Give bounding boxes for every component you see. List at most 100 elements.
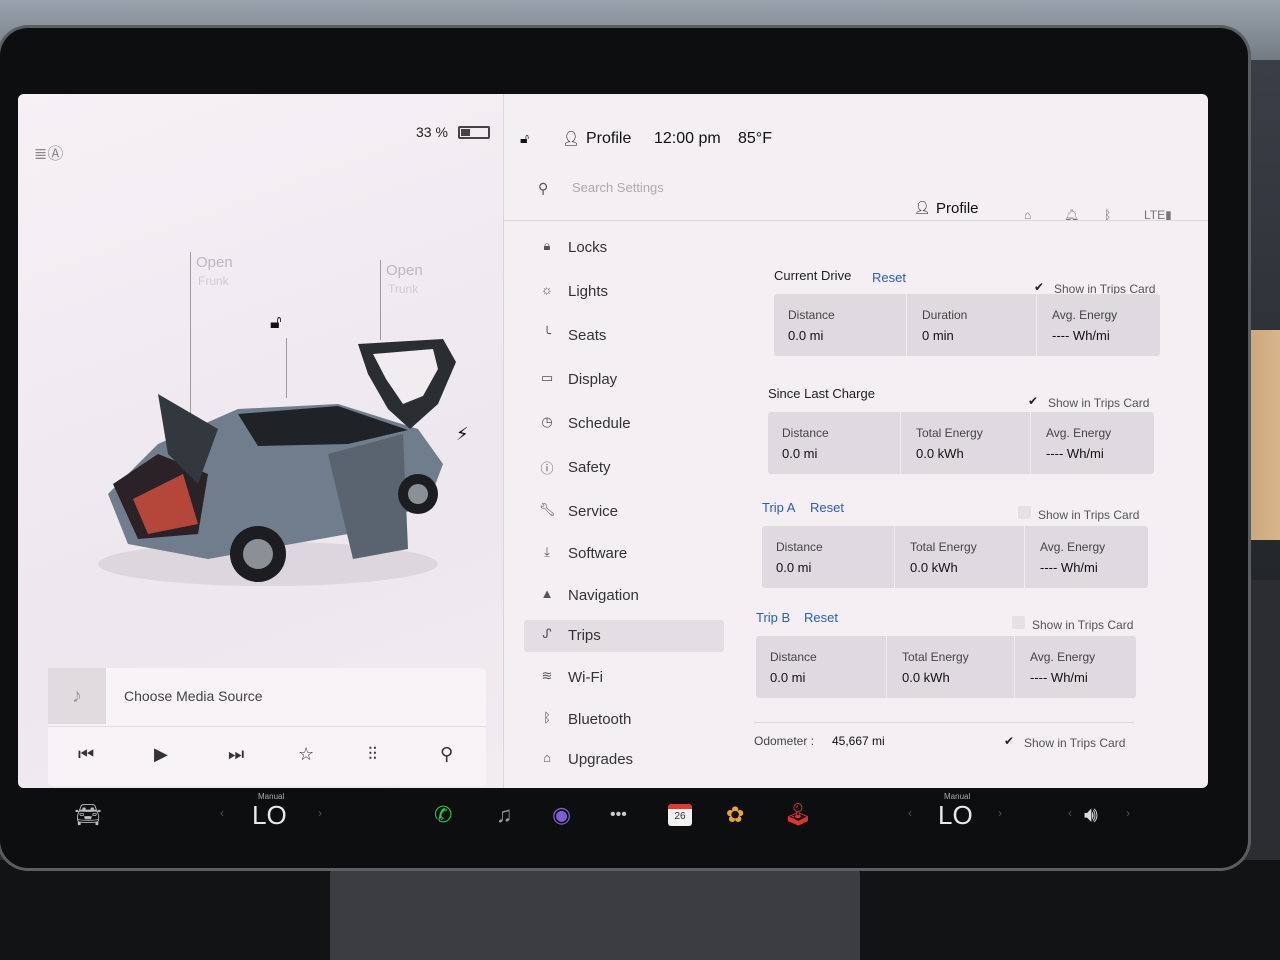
settings-profile-label[interactable]: Profile [936, 200, 979, 217]
current-drive-reset[interactable]: Reset [872, 270, 906, 285]
clock-icon: ◷ [541, 414, 553, 429]
battery-level-fill [461, 129, 470, 136]
stat-key: Distance [788, 308, 835, 322]
previous-track-icon[interactable]: ⏮︎ [78, 744, 94, 765]
search-settings-input[interactable]: Search Settings [572, 180, 664, 195]
display-icon: ▭ [540, 370, 554, 385]
since-charge-show-label: Show in Trips Card [1048, 396, 1150, 410]
stat-value: 0.0 mi [776, 560, 812, 575]
unlock-icon[interactable]: 🔓︎ [270, 312, 282, 333]
menu-item-service[interactable]: 🔧︎ Service [538, 496, 728, 528]
since-last-charge-title: Since Last Charge [768, 386, 875, 401]
frunk-label: Frunk [198, 274, 229, 288]
next-track-icon[interactable]: ⏭︎ [228, 744, 244, 765]
music-note-icon: ♪ [48, 668, 106, 724]
stat-value: 0.0 kWh [910, 560, 958, 575]
menu-label: Bluetooth [568, 711, 632, 728]
download-icon: ⤓ [544, 544, 550, 559]
stat-key: Distance [782, 426, 829, 440]
equalizer-icon[interactable]: ⫶⫶ [368, 744, 377, 765]
settings-profile-icon: 👤︎ [914, 200, 931, 215]
since-charge-show-checkbox[interactable]: ✔︎ [1028, 394, 1041, 408]
menu-item-upgrades[interactable]: ⌂ Upgrades [538, 744, 728, 776]
volume-icon[interactable]: 🔊︎ [1084, 802, 1098, 828]
seat-icon: ╰ [543, 326, 551, 341]
menu-item-software[interactable]: ⤓ Software [538, 538, 728, 570]
open-frunk-button[interactable]: Open [196, 254, 233, 271]
menu-item-wifi[interactable]: ≋ Wi-Fi [538, 662, 728, 694]
stat-avg-energy: Avg. Energy ---- Wh/mi [1032, 412, 1154, 474]
stat-total-energy: Total Energy 0.0 kWh [902, 412, 1028, 474]
odometer-show-label: Show in Trips Card [1024, 736, 1126, 750]
battery-icon [458, 126, 490, 139]
trip-a-show-checkbox[interactable] [1018, 506, 1031, 519]
more-apps-icon[interactable]: ••• [610, 806, 627, 824]
trip-a-title: Trip A [762, 500, 796, 515]
menu-item-safety[interactable]: ⓘ Safety [538, 452, 728, 484]
car-icon[interactable]: 🚘︎ [74, 802, 102, 828]
media-source-button[interactable]: Choose Media Source [124, 688, 263, 704]
stat-avg-energy: Avg. Energy ---- Wh/mi [1026, 526, 1148, 588]
menu-item-trips[interactable]: ᔑ Trips [524, 620, 724, 652]
stat-distance: Distance 0.0 mi [756, 636, 884, 698]
trip-a-reset[interactable]: Reset [810, 500, 844, 515]
menu-item-navigation[interactable]: ▲ Navigation [538, 580, 728, 612]
menu-item-display[interactable]: ▭ Display [538, 364, 728, 396]
arcade-joystick-icon[interactable]: 🕹︎ [784, 802, 812, 828]
auto-headlight-icon[interactable]: ≣Ⓐ [34, 140, 63, 164]
touchscreen: ≣Ⓐ 33 % Open Frunk Open Trunk 🔓︎ ⚡︎ ♪ Ch… [18, 94, 1208, 788]
stat-distance: Distance 0.0 mi [774, 294, 904, 356]
volume-down-icon[interactable]: ‹ [1068, 806, 1072, 820]
toybox-icon[interactable]: ✿ [726, 802, 744, 828]
bluetooth-icon: ᛒ [543, 710, 551, 725]
cell-divider [1036, 294, 1037, 356]
search-icon: ⚲ [538, 180, 549, 196]
trip-b-reset[interactable]: Reset [804, 610, 838, 625]
profile-person-icon: 👤︎ [562, 130, 580, 146]
trip-b-show-checkbox[interactable] [1012, 616, 1025, 629]
trip-b-title: Trip B [756, 610, 791, 625]
lock-icon: 🔒︎ [543, 238, 551, 253]
stat-avg-energy: Avg. Energy ---- Wh/mi [1016, 636, 1136, 698]
odometer-show-checkbox[interactable]: ✔︎ [1004, 734, 1017, 748]
stat-value: ---- Wh/mi [1030, 670, 1088, 685]
menu-item-schedule[interactable]: ◷ Schedule [538, 408, 728, 440]
media-search-icon[interactable]: ⚲ [440, 744, 453, 765]
current-drive-show-checkbox[interactable]: ✔︎ [1034, 280, 1047, 294]
volume-up-icon[interactable]: › [1126, 806, 1130, 820]
left-temp-up-icon[interactable]: › [318, 806, 322, 820]
open-trunk-button[interactable]: Open [386, 262, 423, 279]
trip-a-card: Distance 0.0 mi Total Energy 0.0 kWh Avg. … [762, 526, 1148, 588]
cell-divider [886, 636, 887, 698]
menu-item-lights[interactable]: ☼ Lights [538, 276, 728, 308]
clock-time: 12:00 pm [654, 130, 721, 147]
music-icon[interactable]: ♫ [496, 802, 513, 828]
right-temp-down-icon[interactable]: ‹ [908, 806, 912, 820]
cell-divider [1024, 526, 1025, 588]
menu-item-bluetooth[interactable]: ᛒ Bluetooth [538, 704, 728, 736]
cell-divider [906, 294, 907, 356]
right-temp-up-icon[interactable]: › [998, 806, 1002, 820]
center-console [330, 868, 860, 960]
menu-label: Wi-Fi [568, 669, 603, 686]
play-icon[interactable]: ▶︎ [154, 744, 168, 765]
trip-b-show-label: Show in Trips Card [1032, 618, 1134, 632]
safety-icon: ⓘ [540, 461, 554, 476]
stat-value: 0.0 mi [788, 328, 824, 343]
phone-icon[interactable]: ✆ [434, 802, 452, 828]
stat-total-energy: Total Energy 0.0 kWh [888, 636, 1012, 698]
right-temperature[interactable]: LO [938, 800, 973, 831]
camera-icon[interactable]: ◉ [552, 802, 571, 828]
menu-item-seats[interactable]: ╰ Seats [538, 320, 728, 352]
lock-status-icon[interactable]: 🔓︎ [520, 130, 529, 147]
trunk-label: Trunk [388, 282, 419, 296]
stat-key: Avg. Energy [1046, 426, 1112, 440]
top-profile-label[interactable]: Profile [586, 130, 631, 148]
trips-icon: ᔑ [542, 626, 552, 641]
left-temperature[interactable]: LO [252, 800, 287, 831]
calendar-icon[interactable]: 26 [668, 804, 692, 826]
menu-item-locks[interactable]: 🔒︎ Locks [538, 232, 728, 264]
favorite-star-icon[interactable]: ☆ [298, 744, 314, 765]
left-temp-down-icon[interactable]: ‹ [220, 806, 224, 820]
navigation-icon: ▲ [540, 586, 554, 601]
